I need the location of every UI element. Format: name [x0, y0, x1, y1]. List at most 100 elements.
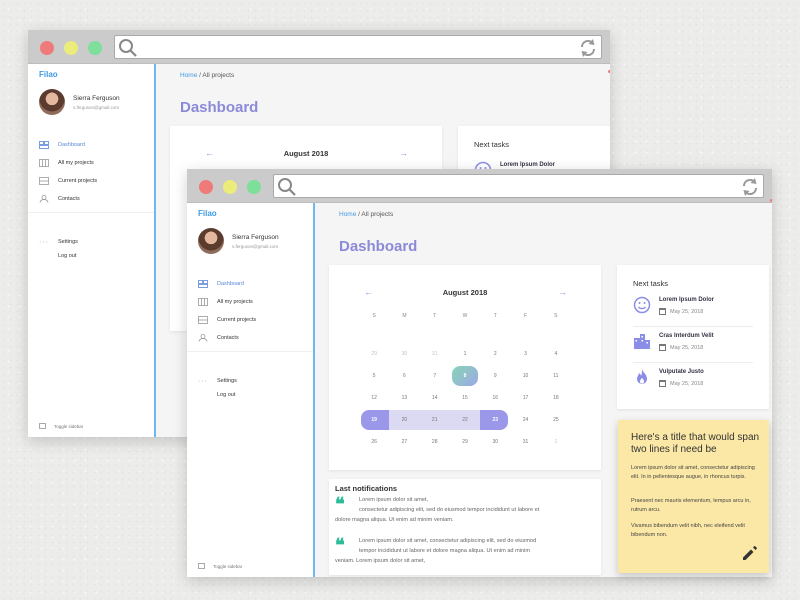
calendar-weekday: F [524, 313, 528, 319]
maximize-window-button[interactable] [247, 180, 261, 194]
toggle-sidebar-button[interactable]: Toggle sidebar [198, 563, 242, 569]
calendar-day[interactable]: 4 [541, 343, 571, 365]
breadcrumb-home[interactable]: Home [339, 211, 356, 218]
sidebar-item-dashboard[interactable]: Dashboard [39, 136, 154, 154]
close-window-button[interactable] [40, 41, 54, 55]
sidebar-item-dashboard[interactable]: Dashboard [198, 275, 313, 293]
avatar[interactable] [39, 89, 65, 115]
sidebar-item-all-projects[interactable]: All my projects [39, 154, 154, 172]
sidebar-item-all-projects[interactable]: All my projects [198, 293, 313, 311]
scroll-indicator [608, 70, 610, 73]
address-bar[interactable] [114, 35, 602, 59]
calendar-day[interactable]: 10 [510, 365, 540, 387]
calendar-next-button[interactable]: → [399, 148, 408, 158]
calendar-day[interactable]: 5 [359, 365, 389, 387]
notification-item[interactable]: ❝ Lorem ipsum dolor sit amet, consectetu… [335, 495, 595, 525]
contacts-icon [198, 334, 208, 342]
calendar-day[interactable]: 18 [541, 387, 571, 409]
calendar-day[interactable]: 22 [449, 409, 481, 431]
task-name: Cras Interdum Velit [659, 333, 714, 339]
calendar-day[interactable]: 28 [420, 431, 450, 453]
notification-item[interactable]: ❝ Lorem ipsum dolor sit amet, consectetu… [335, 536, 595, 566]
sticky-note[interactable]: Here's a title that would span two lines… [618, 420, 769, 573]
calendar-day[interactable]: 9 [480, 365, 510, 387]
calendar-day[interactable]: 26 [359, 431, 389, 453]
sidebar: Filao Sierra Ferguson s.ferguson@gmail.c… [28, 64, 156, 437]
maximize-window-button[interactable] [88, 41, 102, 55]
browser-toolbar [187, 169, 772, 203]
calendar-day[interactable]: 11 [541, 365, 571, 387]
calendar-icon [659, 308, 666, 315]
sidebar-footer-links: ··· Settings Log out [39, 235, 78, 263]
notification-line: dolore magna aliqua. Ut enim ad minim ve… [335, 517, 454, 523]
sidebar-item-label: Contacts [58, 196, 80, 202]
calendar-day[interactable]: 1 [450, 343, 480, 365]
pencil-icon[interactable] [741, 544, 759, 562]
task-item[interactable]: Cras Interdum Velit May 25, 2018 [633, 327, 753, 363]
calendar-day[interactable]: 8 [450, 365, 480, 387]
calendar-day[interactable]: 2 [480, 343, 510, 365]
close-window-button[interactable] [199, 180, 213, 194]
sidebar-footer-links: ··· Settings Log out [198, 374, 237, 402]
task-item[interactable]: Vulputate Justo May 25, 2018 [633, 363, 753, 399]
calendar-day[interactable]: 16 [480, 387, 510, 409]
logout-link[interactable]: Log out [39, 249, 78, 263]
sidebar-item-current-projects[interactable]: Current projects [198, 311, 313, 329]
calendar-day[interactable]: 1 [541, 431, 571, 453]
task-item[interactable]: Lorem Ipsum Dolor May 25, 2018 [633, 291, 753, 327]
settings-link[interactable]: ··· Settings [39, 235, 78, 249]
quote-icon: ❝ [335, 535, 345, 556]
toggle-sidebar-button[interactable]: Toggle sidebar [39, 423, 83, 429]
page-title: Dashboard [180, 99, 259, 116]
calendar-day[interactable]: 21 [419, 409, 451, 431]
calendar-day[interactable]: 7 [420, 365, 450, 387]
sidebar-item-label: Dashboard [58, 142, 85, 148]
calendar-day[interactable]: 14 [420, 387, 450, 409]
calendar-day[interactable]: 12 [359, 387, 389, 409]
calendar-day[interactable]: 19 [359, 409, 390, 431]
calendar-day[interactable]: 15 [450, 387, 480, 409]
logout-link[interactable]: Log out [198, 388, 237, 402]
calendar-day[interactable]: 30 [480, 431, 510, 453]
calendar-day[interactable]: 25 [541, 409, 571, 431]
smiley-icon [633, 296, 651, 314]
calendar-next-button[interactable]: → [558, 287, 567, 297]
breadcrumb-current: All projects [202, 72, 235, 79]
calendar-day[interactable]: 29 [359, 343, 389, 365]
breadcrumb-home[interactable]: Home [180, 72, 197, 79]
avatar[interactable] [198, 228, 224, 254]
settings-link[interactable]: ··· Settings [198, 374, 237, 388]
user-name: Sierra Ferguson [73, 95, 120, 102]
task-date: May 25, 2018 [659, 308, 703, 315]
current-projects-icon [39, 177, 49, 185]
reload-icon[interactable] [578, 38, 598, 58]
sidebar-item-contacts[interactable]: Contacts [198, 329, 313, 347]
sidebar-toggle-icon [198, 563, 205, 569]
sidebar-nav: Dashboard All my projects Current projec… [39, 136, 154, 208]
settings-label: Settings [58, 239, 78, 245]
sidebar-nav: Dashboard All my projects Current projec… [198, 275, 313, 347]
calendar-day[interactable]: 23 [480, 409, 510, 431]
calendar-day[interactable]: 24 [510, 409, 540, 431]
sidebar-item-contacts[interactable]: Contacts [39, 190, 154, 208]
calendar-day[interactable]: 29 [450, 431, 480, 453]
brand-logo[interactable]: Filao [39, 70, 58, 79]
calendar-day[interactable]: 17 [510, 387, 540, 409]
sidebar-item-current-projects[interactable]: Current projects [39, 172, 154, 190]
address-bar[interactable] [273, 174, 764, 198]
calendar-day[interactable]: 13 [389, 387, 419, 409]
breadcrumb: Home / All projects [339, 211, 393, 218]
calendar-day[interactable]: 31 [510, 431, 540, 453]
calendar-day[interactable]: 20 [389, 409, 420, 431]
minimize-window-button[interactable] [64, 41, 78, 55]
calendar-day[interactable]: 6 [389, 365, 419, 387]
calendar-day[interactable]: 3 [510, 343, 540, 365]
reload-icon[interactable] [740, 177, 760, 197]
user-name: Sierra Ferguson [232, 234, 279, 241]
brand-logo[interactable]: Filao [198, 209, 217, 218]
calendar-day[interactable]: 30 [389, 343, 419, 365]
minimize-window-button[interactable] [223, 180, 237, 194]
breadcrumb: Home / All projects [180, 72, 234, 79]
calendar-day[interactable]: 31 [420, 343, 450, 365]
calendar-day[interactable]: 27 [389, 431, 419, 453]
